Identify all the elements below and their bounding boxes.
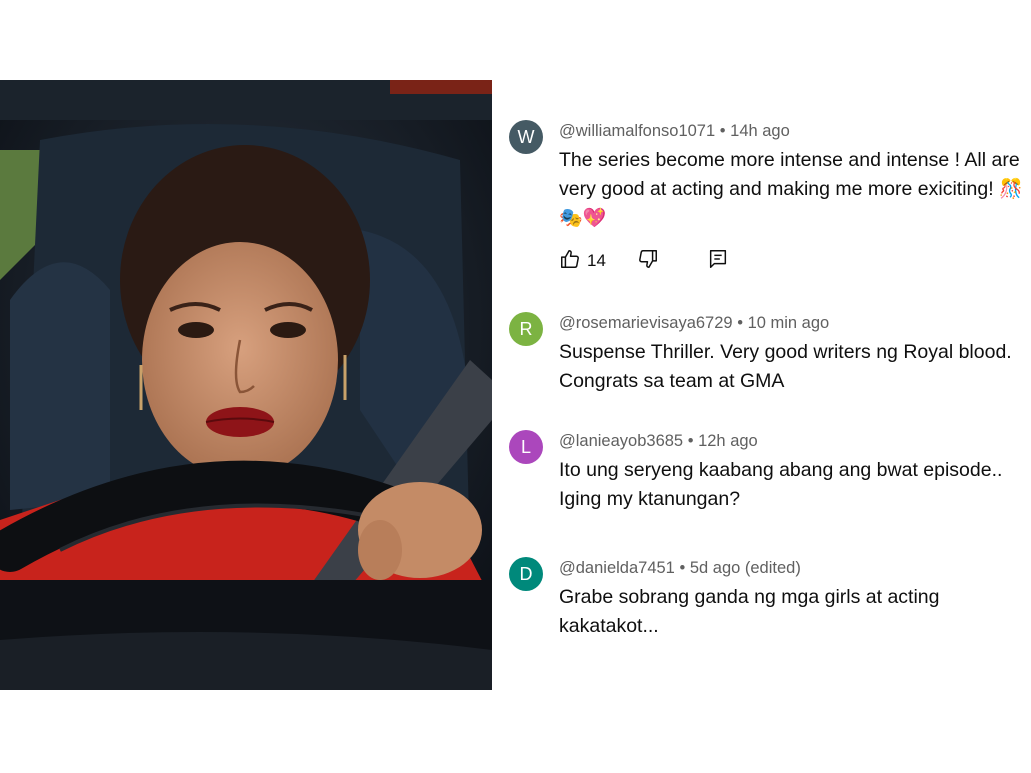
comment-text: Grabe sobrang ganda ng mga girls at acti…	[559, 586, 940, 637]
comment-author[interactable]: @rosemarievisaya6729	[559, 314, 733, 332]
comment-text: Ito ung seryeng kaabang abang ang bwat e…	[559, 459, 1003, 510]
avatar[interactable]: L	[509, 430, 543, 464]
avatar[interactable]: R	[509, 312, 543, 346]
separator-dot: •	[737, 314, 743, 332]
thumbs-up-icon	[561, 250, 579, 268]
dislike-button[interactable]	[637, 248, 659, 275]
confetti-emoji: 🎊	[999, 179, 1023, 200]
comment-text-block: The series become more intense and inten…	[559, 146, 1029, 233]
comment-author[interactable]: @lanieayob3685	[559, 432, 683, 450]
comment-time[interactable]: 10 min ago	[748, 314, 830, 332]
thumbs-down-icon	[639, 250, 657, 268]
photo-illustration	[0, 80, 492, 690]
comment-text: The series become more intense and inten…	[559, 149, 1020, 200]
theater-masks-emoji: 🎭	[559, 208, 583, 229]
comment-time[interactable]: 5d ago (edited)	[690, 559, 801, 577]
comment-meta: @danielda7451 • 5d ago (edited)	[559, 559, 801, 578]
separator-dot: •	[719, 122, 726, 140]
like-button[interactable]	[559, 248, 581, 275]
reply-button[interactable]	[707, 248, 729, 275]
like-count: 14	[587, 251, 606, 270]
comment-meta: @williamalfonso1071 • 14h ago	[559, 122, 790, 141]
comment-text: Suspense Thriller. Very good writers ng …	[559, 341, 1012, 392]
comment-meta: @lanieayob3685 • 12h ago	[559, 432, 758, 451]
comment-time[interactable]: 12h ago	[698, 432, 758, 450]
separator-dot: •	[679, 559, 686, 577]
photo-woman-driving	[0, 80, 492, 690]
sparkling-heart-emoji: 💖	[582, 208, 607, 229]
reply-icon	[709, 250, 727, 268]
comment-time[interactable]: 14h ago	[730, 122, 790, 140]
avatar[interactable]: W	[509, 120, 543, 154]
comment-author[interactable]: @williamalfonso1071	[559, 122, 715, 140]
comment-author[interactable]: @danielda7451	[559, 559, 675, 577]
comment-meta: @rosemarievisaya6729 • 10 min ago	[559, 314, 829, 333]
separator-dot: •	[687, 432, 694, 450]
avatar[interactable]: D	[509, 557, 543, 591]
